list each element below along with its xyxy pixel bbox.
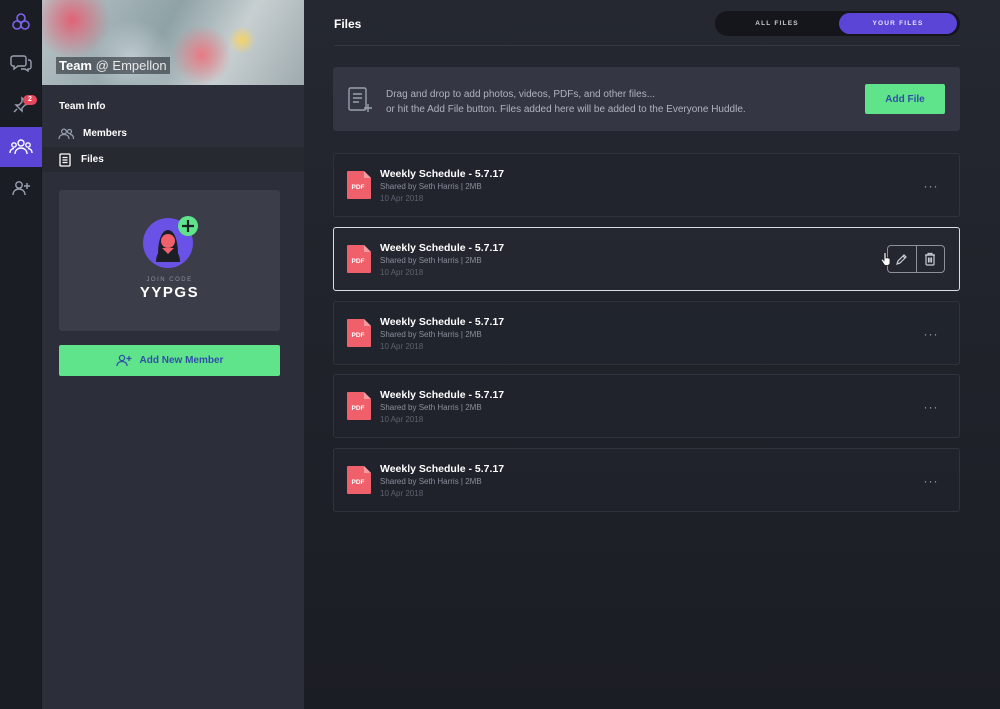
join-code-label: JOIN CODE xyxy=(146,277,193,283)
pdf-file-icon: PDF xyxy=(347,319,371,347)
pencil-icon xyxy=(896,253,908,265)
file-date: 10 Apr 2018 xyxy=(380,489,424,498)
file-name[interactable]: Weekly Schedule - 5.7.17 xyxy=(380,316,504,328)
team-name-label: Team xyxy=(59,58,92,73)
app-logo-icon[interactable] xyxy=(0,2,42,42)
trash-icon xyxy=(925,252,936,266)
nav-item-label: Members xyxy=(83,128,127,139)
file-row[interactable]: PDF Weekly Schedule - 5.7.17 Shared by S… xyxy=(333,153,960,217)
members-icon xyxy=(58,127,74,139)
file-date: 10 Apr 2018 xyxy=(380,268,424,277)
pdf-file-icon: PDF xyxy=(347,392,371,420)
file-date: 10 Apr 2018 xyxy=(380,342,424,351)
pdf-file-icon: PDF xyxy=(347,466,371,494)
file-row[interactable]: PDF Weekly Schedule - 5.7.17 Shared by S… xyxy=(333,374,960,438)
edit-button[interactable] xyxy=(888,246,916,272)
file-name[interactable]: Weekly Schedule - 5.7.17 xyxy=(380,168,504,180)
tab-your-files[interactable]: YOUR FILES xyxy=(839,13,957,34)
nav-item-files[interactable]: Files xyxy=(42,147,304,172)
add-person-icon xyxy=(115,354,132,367)
document-icon xyxy=(59,152,71,167)
join-code-card: JOIN CODE YYPGS xyxy=(59,190,280,331)
pin-icon[interactable] xyxy=(0,85,42,125)
file-name[interactable]: Weekly Schedule - 5.7.17 xyxy=(380,389,504,401)
tab-all-files[interactable]: ALL FILES xyxy=(718,13,836,34)
avatar-add-icon[interactable] xyxy=(142,214,200,270)
nav-item-members[interactable]: Members xyxy=(42,121,304,146)
team-name: Team @ Empellon xyxy=(56,57,170,74)
chat-icon[interactable] xyxy=(0,43,42,83)
file-row-selected[interactable]: PDF Weekly Schedule - 5.7.17 Shared by S… xyxy=(333,227,960,291)
page-title: Files xyxy=(334,17,362,31)
team-icon[interactable] xyxy=(0,127,42,167)
add-person-icon[interactable] xyxy=(0,168,42,208)
hand-cursor-icon xyxy=(880,252,891,266)
team-panel: Team @ Empellon Team Info Members Files … xyxy=(42,0,304,709)
add-document-icon xyxy=(348,87,372,112)
files-scope-toggle: ALL FILES YOUR FILES xyxy=(715,11,960,36)
add-new-member-button[interactable]: Add New Member xyxy=(59,345,280,376)
team-cover-image: Team @ Empellon xyxy=(42,0,304,85)
pdf-label: PDF xyxy=(352,258,365,265)
pdf-label: PDF xyxy=(352,184,365,191)
file-actions xyxy=(887,245,945,273)
file-name[interactable]: Weekly Schedule - 5.7.17 xyxy=(380,242,504,254)
file-meta: Shared by Seth Harris | 2MB xyxy=(380,403,482,412)
files-main: Files ALL FILES YOUR FILES Drag and drop… xyxy=(304,0,1000,709)
more-options-icon[interactable]: ··· xyxy=(921,397,941,417)
file-date: 10 Apr 2018 xyxy=(380,415,424,424)
file-meta: Shared by Seth Harris | 2MB xyxy=(380,330,482,339)
pdf-file-icon: PDF xyxy=(347,245,371,273)
join-code-value: YYPGS xyxy=(139,284,200,301)
file-dropzone[interactable]: Drag and drop to add photos, videos, PDF… xyxy=(333,67,960,131)
file-meta: Shared by Seth Harris | 2MB xyxy=(380,477,482,486)
more-options-icon[interactable]: ··· xyxy=(921,471,941,491)
more-options-icon[interactable]: ··· xyxy=(921,176,941,196)
icon-rail: 2 xyxy=(0,0,42,709)
more-options-icon[interactable]: ··· xyxy=(921,324,941,344)
add-file-button[interactable]: Add File xyxy=(865,84,945,114)
pdf-label: PDF xyxy=(352,479,365,486)
file-row[interactable]: PDF Weekly Schedule - 5.7.17 Shared by S… xyxy=(333,448,960,512)
dropzone-line-2: or hit the Add File button. Files added … xyxy=(386,104,746,115)
header-divider xyxy=(334,45,960,46)
file-meta: Shared by Seth Harris | 2MB xyxy=(380,256,482,265)
dropzone-line-1: Drag and drop to add photos, videos, PDF… xyxy=(386,89,656,100)
team-org-label: @ Empellon xyxy=(95,58,167,73)
file-row[interactable]: PDF Weekly Schedule - 5.7.17 Shared by S… xyxy=(333,301,960,365)
file-meta: Shared by Seth Harris | 2MB xyxy=(380,182,482,191)
file-name[interactable]: Weekly Schedule - 5.7.17 xyxy=(380,463,504,475)
team-info-heading: Team Info xyxy=(59,101,106,112)
nav-item-label: Files xyxy=(81,154,104,165)
dropzone-instructions: Drag and drop to add photos, videos, PDF… xyxy=(386,87,746,117)
pdf-label: PDF xyxy=(352,332,365,339)
pdf-label: PDF xyxy=(352,405,365,412)
pdf-file-icon: PDF xyxy=(347,171,371,199)
file-date: 10 Apr 2018 xyxy=(380,194,424,203)
delete-button[interactable] xyxy=(915,246,944,272)
add-new-member-label: Add New Member xyxy=(139,355,224,366)
notification-badge: 2 xyxy=(23,95,37,105)
